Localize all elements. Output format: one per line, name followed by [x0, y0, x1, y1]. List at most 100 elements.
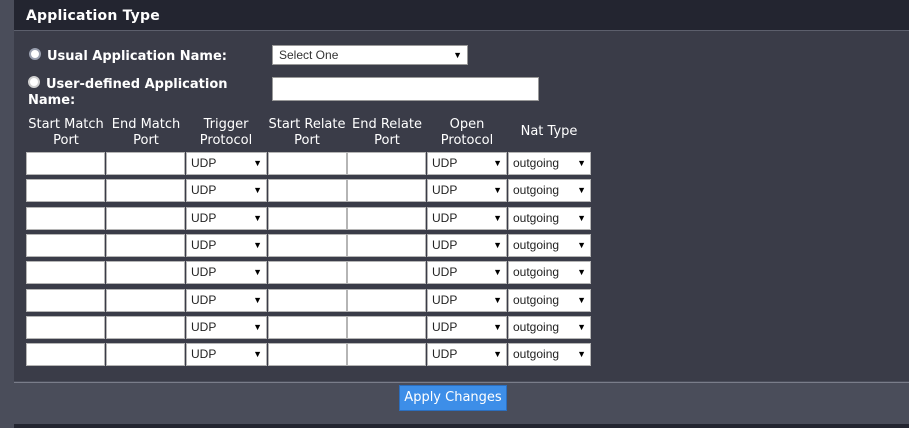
trigger-protocol-select[interactable]: UDP ▼: [186, 316, 267, 339]
start-match-port-input[interactable]: [26, 179, 105, 202]
chevron-down-icon: ▼: [577, 322, 586, 332]
end-match-port-input[interactable]: [106, 207, 185, 230]
user-app-radio-row[interactable]: User-defined Application Name:: [28, 76, 258, 109]
chevron-down-icon: ▼: [253, 322, 262, 332]
open-protocol-value: UDP: [432, 320, 458, 334]
trigger-protocol-select[interactable]: UDP ▼: [186, 179, 267, 202]
nat-type-select[interactable]: outgoing ▼: [508, 316, 591, 339]
open-protocol-select[interactable]: UDP ▼: [427, 234, 507, 257]
start-relate-port-input[interactable]: [268, 152, 347, 175]
start-match-port-input[interactable]: [26, 152, 105, 175]
nat-type-select[interactable]: outgoing ▼: [508, 289, 591, 312]
trigger-protocol-value: UDP: [191, 265, 217, 279]
section-title: Application Type: [26, 8, 160, 24]
chevron-down-icon: ▼: [253, 213, 262, 223]
chevron-down-icon: ▼: [493, 295, 502, 305]
trigger-protocol-value: UDP: [191, 238, 217, 252]
open-protocol-value: UDP: [432, 156, 458, 170]
trigger-protocol-select[interactable]: UDP ▼: [186, 234, 267, 257]
trigger-protocol-select[interactable]: UDP ▼: [186, 261, 267, 284]
nat-type-select[interactable]: outgoing ▼: [508, 234, 591, 257]
nat-type-select[interactable]: outgoing ▼: [508, 207, 591, 230]
trigger-protocol-select[interactable]: UDP ▼: [186, 207, 267, 230]
usual-app-select-value: Select One: [279, 48, 339, 62]
end-match-port-input[interactable]: [106, 261, 185, 284]
open-protocol-select[interactable]: UDP ▼: [427, 343, 507, 366]
end-match-port-input[interactable]: [106, 289, 185, 312]
chevron-down-icon: ▼: [577, 295, 586, 305]
user-app-label: User-defined Application Name:: [28, 77, 228, 108]
end-relate-port-input[interactable]: [347, 179, 426, 202]
end-relate-port-input[interactable]: [347, 152, 426, 175]
open-protocol-select[interactable]: UDP ▼: [427, 207, 507, 230]
start-relate-port-input[interactable]: [268, 179, 347, 202]
nat-type-value: outgoing: [513, 320, 560, 334]
chevron-down-icon: ▼: [493, 267, 502, 277]
chevron-down-icon: ▼: [577, 349, 586, 359]
header-end-relate: End Relate Port: [352, 117, 422, 148]
end-match-port-input[interactable]: [106, 152, 185, 175]
usual-app-radio-row[interactable]: Usual Application Name:: [29, 48, 227, 64]
start-match-port-input[interactable]: [26, 316, 105, 339]
chevron-down-icon: ▼: [493, 240, 502, 250]
start-relate-port-input[interactable]: [268, 261, 347, 284]
end-match-port-input[interactable]: [106, 179, 185, 202]
end-relate-port-input[interactable]: [347, 316, 426, 339]
trigger-protocol-value: UDP: [191, 183, 217, 197]
chevron-down-icon: ▼: [253, 349, 262, 359]
start-relate-port-input[interactable]: [268, 343, 347, 366]
start-relate-port-input[interactable]: [268, 207, 347, 230]
trigger-protocol-value: UDP: [191, 347, 217, 361]
nat-type-value: outgoing: [513, 156, 560, 170]
user-app-radio-icon[interactable]: [28, 76, 40, 88]
start-relate-port-input[interactable]: [268, 316, 347, 339]
start-relate-port-input[interactable]: [268, 289, 347, 312]
start-match-port-input[interactable]: [26, 289, 105, 312]
open-protocol-value: UDP: [432, 211, 458, 225]
open-protocol-select[interactable]: UDP ▼: [427, 261, 507, 284]
user-app-name-input[interactable]: [272, 77, 539, 101]
chevron-down-icon: ▼: [493, 322, 502, 332]
nat-type-select[interactable]: outgoing ▼: [508, 179, 591, 202]
start-match-port-input[interactable]: [26, 207, 105, 230]
chevron-down-icon: ▼: [253, 185, 262, 195]
chevron-down-icon: ▼: [577, 240, 586, 250]
open-protocol-select[interactable]: UDP ▼: [427, 316, 507, 339]
open-protocol-value: UDP: [432, 183, 458, 197]
usual-app-select[interactable]: Select One ▼: [272, 45, 468, 65]
start-match-port-input[interactable]: [26, 234, 105, 257]
end-relate-port-input[interactable]: [347, 234, 426, 257]
open-protocol-select[interactable]: UDP ▼: [427, 152, 507, 175]
open-protocol-select[interactable]: UDP ▼: [427, 289, 507, 312]
nat-type-value: outgoing: [513, 211, 560, 225]
trigger-protocol-select[interactable]: UDP ▼: [186, 152, 267, 175]
open-protocol-value: UDP: [432, 293, 458, 307]
nat-type-select[interactable]: outgoing ▼: [508, 152, 591, 175]
usual-app-radio-icon[interactable]: [29, 48, 41, 60]
start-match-port-input[interactable]: [26, 343, 105, 366]
header-open-protocol: Open Protocol: [440, 117, 494, 148]
chevron-down-icon: ▼: [253, 295, 262, 305]
end-relate-port-input[interactable]: [347, 207, 426, 230]
end-match-port-input[interactable]: [106, 316, 185, 339]
chevron-down-icon: ▼: [577, 213, 586, 223]
trigger-protocol-select[interactable]: UDP ▼: [186, 289, 267, 312]
end-match-port-input[interactable]: [106, 343, 185, 366]
apply-changes-button[interactable]: Apply Changes: [399, 385, 507, 411]
start-relate-port-input[interactable]: [268, 234, 347, 257]
trigger-protocol-value: UDP: [191, 211, 217, 225]
end-relate-port-input[interactable]: [347, 343, 426, 366]
end-relate-port-input[interactable]: [347, 289, 426, 312]
trigger-protocol-select[interactable]: UDP ▼: [186, 343, 267, 366]
chevron-down-icon: ▼: [253, 267, 262, 277]
chevron-down-icon: ▼: [577, 267, 586, 277]
end-match-port-input[interactable]: [106, 234, 185, 257]
start-match-port-input[interactable]: [26, 261, 105, 284]
open-protocol-select[interactable]: UDP ▼: [427, 179, 507, 202]
header-end-match: End Match Port: [111, 117, 181, 148]
nat-type-value: outgoing: [513, 238, 560, 252]
end-relate-port-input[interactable]: [347, 261, 426, 284]
nat-type-select[interactable]: outgoing ▼: [508, 261, 591, 284]
open-protocol-value: UDP: [432, 265, 458, 279]
nat-type-select[interactable]: outgoing ▼: [508, 343, 591, 366]
